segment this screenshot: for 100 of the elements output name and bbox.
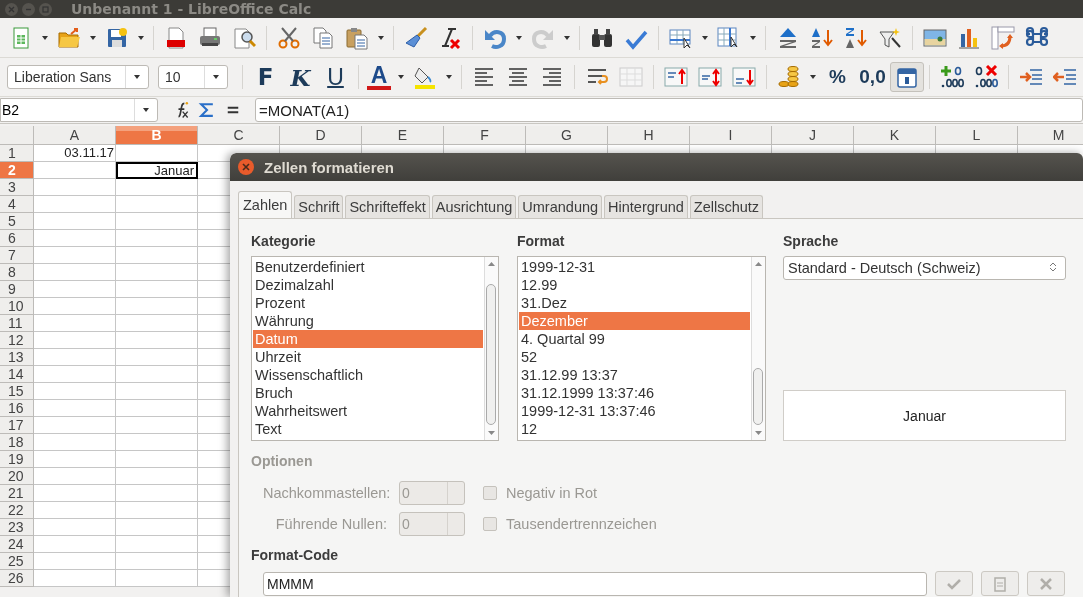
list-item[interactable]: Währung	[253, 312, 483, 330]
language-dropdown[interactable]: Standard - Deutsch (Schweiz)	[783, 256, 1066, 280]
tab[interactable]: Zahlen	[238, 191, 293, 218]
tab[interactable]: Schrifteffekt	[345, 195, 430, 218]
column-header[interactable]: I	[690, 126, 772, 145]
option-label: Nachkommastellen:	[263, 485, 392, 501]
row-header[interactable]: 25	[0, 553, 34, 570]
row-header[interactable]: 16	[0, 400, 34, 417]
italic-button[interactable]: K	[283, 62, 318, 92]
row-header[interactable]: 6	[0, 230, 34, 247]
scrollbar-thumb[interactable]	[753, 368, 763, 425]
row-header[interactable]: 19	[0, 451, 34, 468]
list-item[interactable]: 31.12.1999 13:37:46	[519, 384, 750, 402]
table-cell[interactable]: 03.11.17	[34, 145, 116, 162]
number-format-button[interactable]: 0,0	[855, 62, 890, 92]
tab[interactable]: Schrift	[294, 195, 344, 218]
list-item[interactable]: 1999-12-31 13:37:46	[519, 402, 750, 420]
row-header[interactable]: 26	[0, 570, 34, 587]
row-header[interactable]: 8	[0, 264, 34, 281]
tab[interactable]: Hintergrund	[604, 195, 688, 218]
format-list[interactable]: 1999-12-31 12.99 31.Dez Dezember 4. Quartal 99 52 31.12.99 13:37 31.12.1999 13:37:46 1999-12-31 13:37:46 12	[517, 256, 766, 441]
row-header[interactable]: 11	[0, 315, 34, 332]
note-icon	[992, 575, 1008, 592]
row-header[interactable]: 7	[0, 247, 34, 264]
column-header[interactable]: A	[34, 126, 116, 145]
column-header[interactable]: D	[280, 126, 362, 145]
list-item[interactable]: Dezimalzahl	[253, 276, 483, 294]
row-header[interactable]: 12	[0, 332, 34, 349]
row-header[interactable]: 24	[0, 536, 34, 553]
name-box[interactable]: B2	[0, 98, 158, 122]
row-header[interactable]: 15	[0, 383, 34, 400]
list-item[interactable]: 31.12.99 13:37	[519, 366, 750, 384]
scroll-up-icon[interactable]	[755, 261, 762, 266]
list-item[interactable]: 4. Quartal 99	[519, 330, 750, 348]
list-item[interactable]: Uhrzeit	[253, 348, 483, 366]
column-header[interactable]: H	[608, 126, 690, 145]
row-header[interactable]: 1	[0, 145, 34, 162]
row-header[interactable]: 22	[0, 502, 34, 519]
scroll-down-icon[interactable]	[755, 431, 762, 436]
row-header[interactable]: 20	[0, 468, 34, 485]
date-format-button[interactable]	[890, 62, 924, 92]
font-color-button[interactable]: A	[364, 64, 394, 90]
scroll-up-icon[interactable]	[488, 261, 495, 266]
format-code-field[interactable]: MMMM	[263, 571, 927, 596]
row-header[interactable]: 5	[0, 213, 34, 230]
column-header[interactable]: J	[772, 126, 854, 145]
list-item[interactable]: Text	[253, 420, 483, 438]
underline-button[interactable]: U	[318, 62, 353, 92]
column-header[interactable]: M	[1018, 126, 1083, 145]
list-item[interactable]: Bruch	[253, 384, 483, 402]
row-header[interactable]: 10	[0, 298, 34, 315]
list-item[interactable]: 31.Dez	[519, 294, 750, 312]
tab[interactable]: Umrandung	[518, 195, 603, 218]
category-list[interactable]: Benutzerdefiniert Dezimalzahl Prozent Währung Datum Uhrzeit Wissenschaftlich Bruch Wahrheitswert Text	[251, 256, 499, 441]
list-item[interactable]: Wissenschaftlich	[253, 366, 483, 384]
list-item[interactable]: Prozent	[253, 294, 483, 312]
column-header[interactable]: G	[526, 126, 608, 145]
column-header[interactable]: C	[198, 126, 280, 145]
row-header[interactable]: 4	[0, 196, 34, 213]
tab[interactable]: Zellschutz	[689, 195, 764, 218]
cell-reference: B2	[1, 102, 20, 118]
column-header[interactable]: L	[936, 126, 1018, 145]
percent-button[interactable]: %	[820, 62, 855, 92]
close-button[interactable]	[238, 159, 254, 175]
active-cell[interactable]: Januar	[116, 162, 198, 179]
print-preview-icon	[232, 25, 256, 50]
row-header[interactable]: 21	[0, 485, 34, 502]
close-icon	[242, 163, 250, 171]
section-label: Kategorie	[251, 233, 317, 249]
checkbox-label: Negativ in Rot	[505, 485, 599, 501]
scissors-icon	[277, 25, 301, 50]
list-item[interactable]: 1999-12-31	[519, 258, 750, 276]
bold-button[interactable]: F	[248, 62, 283, 92]
formula-input[interactable]: =MONAT(A1)	[255, 98, 1083, 122]
list-item[interactable]: 12.99	[519, 276, 750, 294]
list-item[interactable]: 52	[519, 348, 750, 366]
column-header[interactable]: E	[362, 126, 444, 145]
row-header[interactable]: 3	[0, 179, 34, 196]
row-header[interactable]: 9	[0, 281, 34, 298]
row-header[interactable]: 14	[0, 366, 34, 383]
scrollbar[interactable]	[484, 257, 498, 440]
list-item[interactable]: Benutzerdefiniert	[253, 258, 483, 276]
list-item[interactable]: Wahrheitswert	[253, 402, 483, 420]
font-size: 10	[165, 69, 181, 85]
row-header[interactable]: 23	[0, 519, 34, 536]
close-icon	[8, 5, 15, 13]
align-left-icon	[472, 65, 496, 89]
list-item[interactable]: 12	[519, 420, 750, 438]
format-preview: Januar	[783, 390, 1066, 441]
row-header[interactable]: 18	[0, 434, 34, 451]
font-name-box[interactable]: Liberation Sans	[7, 65, 149, 89]
font-size-box[interactable]: 10	[158, 65, 228, 89]
row-header[interactable]: 13	[0, 349, 34, 366]
scrollbar-thumb[interactable]	[486, 284, 496, 425]
tab[interactable]: Ausrichtung	[431, 195, 517, 218]
column-header[interactable]: F	[444, 126, 526, 145]
row-header[interactable]: 17	[0, 417, 34, 434]
scroll-down-icon[interactable]	[488, 431, 495, 436]
column-header[interactable]: K	[854, 126, 936, 145]
scrollbar[interactable]	[751, 257, 765, 440]
